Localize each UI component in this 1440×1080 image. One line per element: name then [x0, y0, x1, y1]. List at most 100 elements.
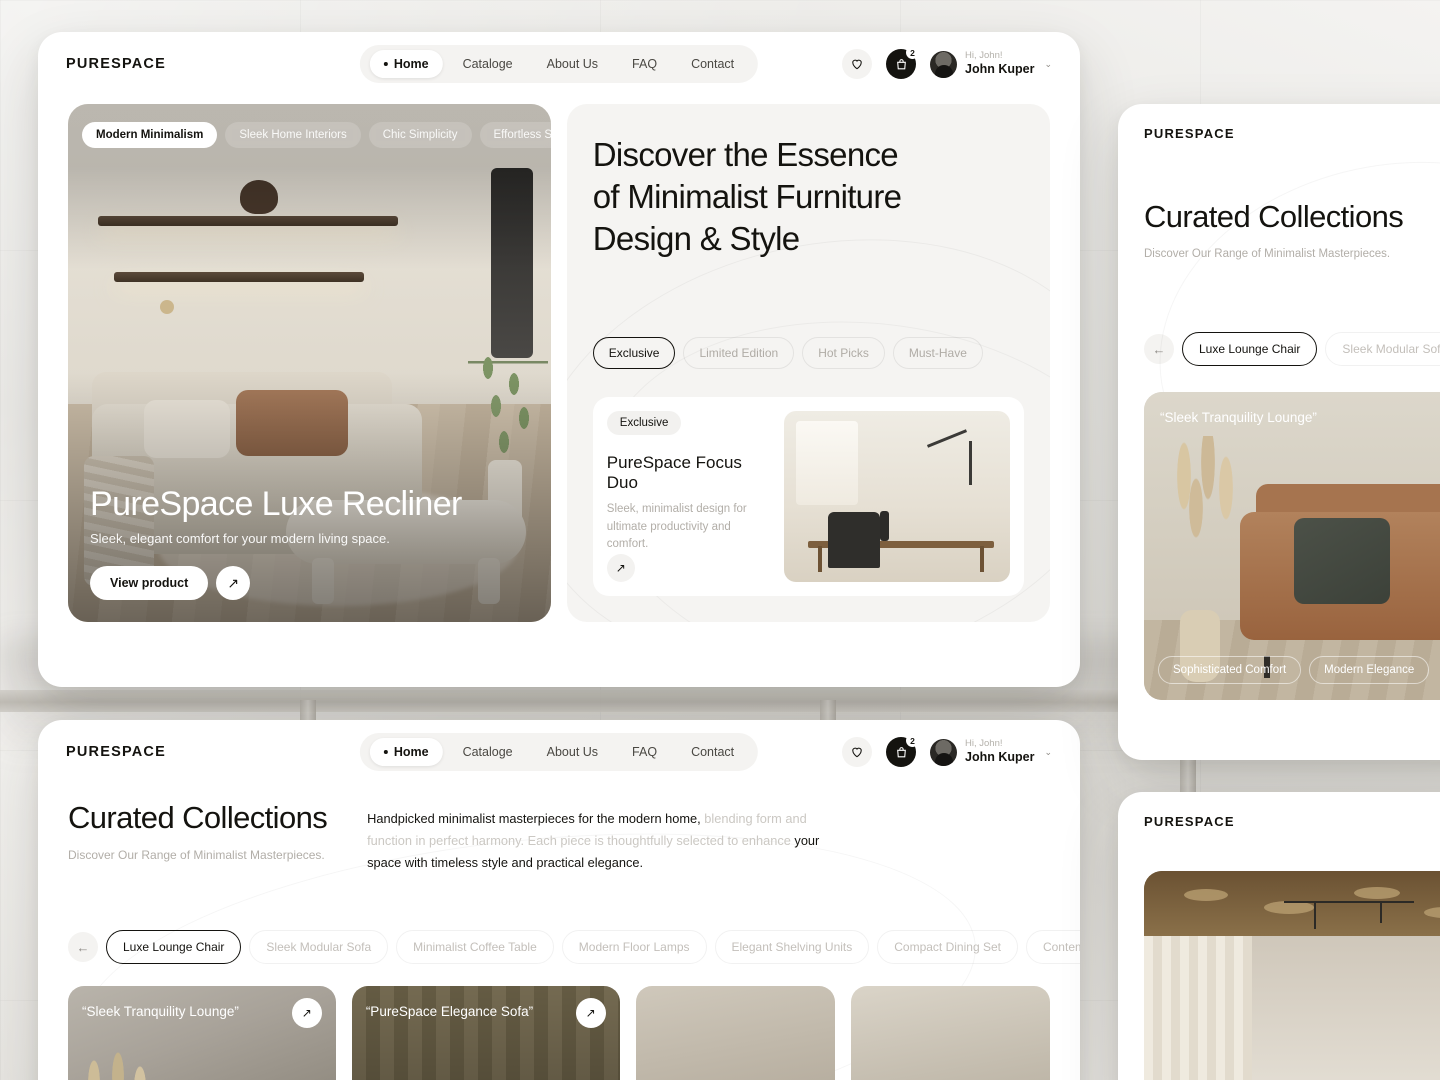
cart-button[interactable]: 2 [886, 734, 919, 767]
chip-compact-dining-set[interactable]: Compact Dining Set [877, 930, 1018, 964]
collections-head: Curated Collections Discover Our Range o… [68, 800, 1050, 874]
hero-info-panel: Discover the Essence of Minimalist Furni… [566, 104, 1050, 622]
collection-card[interactable]: “Sleek Tranquility Lounge” ↗ [68, 986, 336, 1080]
right-collections-window: PURESPACE Curated Collections Discover O… [1118, 104, 1440, 760]
hero-tag-chic-simplicity[interactable]: Chic Simplicity [368, 122, 472, 148]
brand-logo[interactable]: PURESPACE [66, 744, 166, 760]
featured-card-tags: Sophisticated Comfort Modern Elegance [1158, 656, 1430, 684]
hero-product-card[interactable]: Modern Minimalism Sleek Home Interiors C… [68, 104, 551, 622]
hero-copy: PureSpace Luxe Recliner Sleek, elegant c… [90, 485, 462, 600]
hero-plant [468, 354, 548, 474]
nav-item-home[interactable]: Home [369, 50, 443, 78]
card-tag-sophisticated-comfort[interactable]: Sophisticated Comfort [1158, 656, 1302, 684]
chandelier-bar [1380, 901, 1382, 923]
hero-cta-row: View product ↗ [90, 566, 462, 600]
heart-icon [852, 747, 862, 758]
nav-item-home[interactable]: Home [369, 738, 443, 766]
collection-card-label: “PureSpace Elegance Sofa” [365, 1004, 534, 1019]
nav-item-about-us[interactable]: About Us [533, 738, 612, 766]
promo-window [796, 420, 858, 505]
shopping-bag-icon [896, 746, 906, 757]
nav-item-cataloge[interactable]: Cataloge [449, 738, 527, 766]
carousel-prev-button[interactable]: ← [68, 932, 98, 962]
account-menu[interactable]: Hi, John! John Kuper ⌄ [930, 50, 1052, 78]
card-throw-blanket [1294, 518, 1390, 604]
filter-pill-limited-edition[interactable]: Limited Edition [683, 336, 795, 369]
filter-pill-must-have[interactable]: Must-Have [892, 336, 983, 369]
photo-curtain [1144, 935, 1252, 1080]
chip-minimalist-coffee-table[interactable]: Minimalist Coffee Table [396, 930, 554, 964]
nav-item-contact[interactable]: Contact [677, 738, 748, 766]
hero-shelf [98, 216, 398, 226]
collection-card[interactable]: “PureSpace Elegance Sofa” ↗ [351, 986, 620, 1080]
hero-tag-sleek-home-interiors[interactable]: Sleek Home Interiors [225, 122, 361, 148]
card-tag-modern-elegance[interactable]: Modern Elegance [1309, 656, 1430, 684]
hero-section: Modern Minimalism Sleek Home Interiors C… [38, 96, 1080, 622]
ceiling-disc [1184, 889, 1228, 901]
collection-card-arrow-icon[interactable]: ↗ [291, 998, 322, 1028]
promo-card[interactable]: Exclusive PureSpace Focus Duo Sleek, min… [592, 396, 1024, 597]
collections-heading-block: Curated Collections Discover Our Range o… [68, 800, 328, 862]
chip-contemporary-bed-frame[interactable]: Contemporary Bed Frame [1025, 930, 1080, 964]
hero-cushion [144, 400, 230, 458]
ceiling-disc [1354, 887, 1400, 899]
promo-title: PureSpace Focus Duo [606, 452, 742, 492]
account-greeting: Hi, John! [965, 50, 1003, 62]
filter-pill-hot-picks[interactable]: Hot Picks [802, 336, 885, 369]
promo-lamp-arm [926, 428, 968, 448]
view-product-arrow-icon[interactable]: ↗ [216, 566, 251, 600]
filter-pill-exclusive[interactable]: Exclusive [592, 336, 676, 369]
nav-item-contact[interactable]: Contact [677, 50, 748, 78]
collections-header: PURESPACE Home Cataloge About Us FAQ Con… [38, 720, 1080, 784]
nav-item-cataloge[interactable]: Cataloge [449, 50, 527, 78]
brand-logo[interactable]: PURESPACE [1144, 814, 1440, 829]
account-meta: Hi, John! John Kuper [965, 50, 1034, 76]
wishlist-button[interactable] [842, 49, 872, 79]
header-actions: 2 Hi, John! John Kuper ⌄ [842, 46, 1052, 79]
cart-button[interactable]: 2 [886, 46, 919, 79]
view-product-button[interactable]: View product [90, 566, 209, 600]
paragraph-segment-1: Handpicked minimalist masterpieces for t… [367, 811, 705, 826]
hero-tv [490, 168, 533, 358]
category-chip-bar: ← Luxe Lounge Chair Sleek Modular Sofa M… [68, 930, 1080, 964]
interior-photo[interactable] [1144, 871, 1440, 1080]
chip-sleek-modular-sofa[interactable]: Sleek Modular Sofa [249, 930, 389, 964]
collection-card-arrow-icon[interactable]: ↗ [575, 998, 606, 1028]
promo-arrow-icon[interactable]: ↗ [606, 554, 635, 583]
promo-image [784, 410, 1010, 583]
chip-modern-floor-lamps[interactable]: Modern Floor Lamps [561, 930, 707, 964]
chevron-down-icon[interactable]: ⌄ [1044, 747, 1052, 758]
hero-sofa-back [92, 372, 392, 432]
chip-elegant-shelving-units[interactable]: Elegant Shelving Units [714, 930, 870, 964]
hero-table-leg [478, 558, 500, 604]
collection-card[interactable] [635, 986, 835, 1080]
nav-item-about-us[interactable]: About Us [533, 50, 612, 78]
hero-tag-effortless-style[interactable]: Effortless Style [479, 122, 551, 148]
chip-luxe-lounge-chair[interactable]: Luxe Lounge Chair [106, 930, 242, 964]
collection-thumb-grid: “Sleek Tranquility Lounge” ↗ “PureSpace … [68, 986, 1050, 1080]
panel-filter-pills: Exclusive Limited Edition Hot Picks Must… [592, 336, 1024, 369]
hero-title: PureSpace Luxe Recliner [90, 485, 462, 523]
brand-logo[interactable]: PURESPACE [1144, 126, 1440, 141]
account-name: John Kuper [965, 750, 1035, 765]
wishlist-button[interactable] [842, 737, 872, 767]
collection-card[interactable] [850, 986, 1050, 1080]
cart-badge: 2 [906, 734, 919, 747]
active-dot-icon [383, 62, 388, 66]
header-actions: 2 Hi, John! John Kuper ⌄ [842, 734, 1052, 767]
chevron-down-icon[interactable]: ⌄ [1044, 59, 1052, 70]
featured-collection-card[interactable]: “Sleek Tranquility Lounge” ↗ Sophisticat… [1144, 392, 1440, 700]
account-menu[interactable]: Hi, John! John Kuper ⌄ [930, 738, 1052, 766]
chandelier-bar [1314, 901, 1316, 929]
hero-object [160, 300, 174, 314]
right-secondary-window: PURESPACE [1118, 792, 1440, 1080]
avatar [930, 50, 957, 78]
brand-logo[interactable]: PURESPACE [66, 56, 166, 72]
heart-icon [852, 59, 862, 70]
nav-item-faq[interactable]: FAQ [618, 50, 671, 78]
hero-tag-modern-minimalism[interactable]: Modern Minimalism [82, 122, 218, 148]
promo-text: Exclusive PureSpace Focus Duo Sleek, min… [606, 410, 770, 583]
account-greeting: Hi, John! [965, 738, 1003, 750]
promo-description: Sleek, minimalist design for ultimate pr… [606, 502, 747, 551]
nav-item-faq[interactable]: FAQ [618, 738, 671, 766]
